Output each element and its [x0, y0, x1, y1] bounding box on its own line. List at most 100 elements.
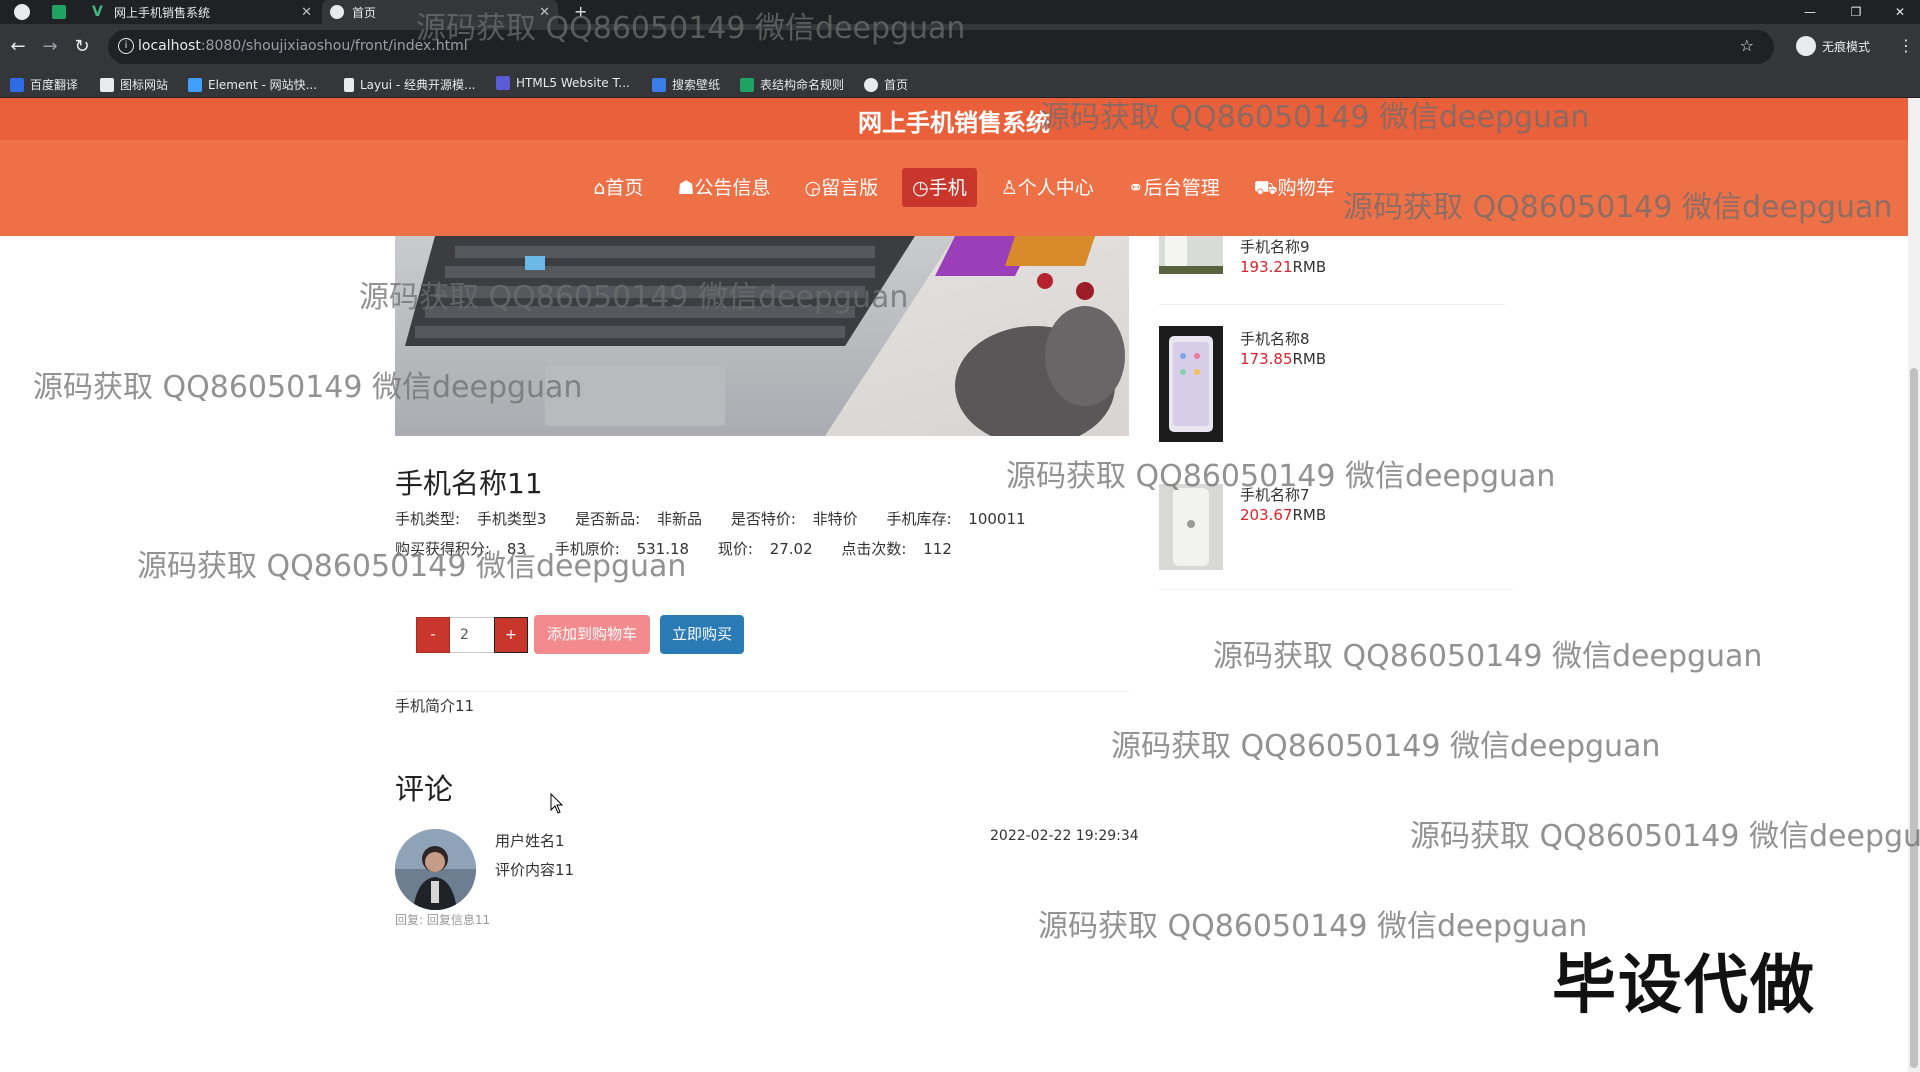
tab-title: 网上手机销售系统: [114, 5, 211, 20]
field-value: 112: [923, 540, 952, 558]
bookmark-label: Layui - 经典开源模...: [360, 78, 476, 92]
incognito-icon: [1796, 36, 1816, 56]
bookmark-label: 图标网站: [120, 78, 169, 92]
field-value: 手机类型3: [476, 510, 547, 528]
price-value: 193.21: [1240, 258, 1293, 276]
profile-label: 无痕模式: [1822, 39, 1871, 54]
nav-announcements[interactable]: ☗公告信息: [667, 168, 780, 207]
globe-icon: [330, 5, 344, 19]
nav-label: 购物车: [1277, 177, 1335, 199]
product-price: 203.67RMB: [1240, 506, 1326, 524]
mouse-cursor-icon: [550, 793, 564, 814]
list-item[interactable]: 手机名称9 193.21RMB: [1159, 236, 1509, 276]
avatar: [395, 829, 476, 910]
incognito-profile[interactable]: 无痕模式: [1796, 36, 1870, 56]
comments-heading: 评论: [395, 772, 454, 806]
bookmark-item[interactable]: 百度翻译: [10, 76, 78, 93]
add-to-cart-button[interactable]: 添加到购物车: [534, 615, 650, 654]
bookmark-item[interactable]: 搜索壁纸: [652, 76, 720, 93]
field-value: 27.02: [769, 540, 813, 558]
quantity-input[interactable]: 2: [450, 617, 494, 653]
bookmark-label: 搜索壁纸: [672, 78, 721, 92]
buy-now-button[interactable]: 立即购买: [660, 615, 744, 654]
phone-icon: ◷: [912, 177, 929, 199]
list-item[interactable]: 手机名称8 173.85RMB: [1159, 326, 1509, 442]
comment-time: 2022-02-22 19:29:34: [990, 828, 1139, 844]
bookmark-item[interactable]: HTML5 Website T...: [496, 76, 630, 90]
close-icon[interactable]: ✕: [301, 5, 312, 20]
nav-label: 手机: [928, 177, 967, 199]
field-value: 非新品: [657, 510, 703, 528]
forward-icon[interactable]: →: [38, 36, 62, 57]
nav-label: 公告信息: [694, 177, 771, 199]
scrollbar-thumb[interactable]: [1910, 368, 1918, 1068]
nav-home[interactable]: ⌂首页: [583, 168, 653, 207]
tab-title: 首页: [352, 5, 377, 20]
nav-cart[interactable]: ⛟购物车: [1244, 168, 1345, 207]
nav-label: 留言版: [821, 177, 879, 199]
restore-icon[interactable]: ❐: [1834, 0, 1878, 24]
html5-icon: [496, 76, 510, 90]
bookmark-item[interactable]: 图标网站: [100, 76, 168, 93]
price-value: 173.85: [1240, 350, 1293, 368]
nav-profile[interactable]: ♙个人中心: [991, 168, 1104, 207]
comment-reply: 回复: 回复信息11: [395, 913, 491, 927]
message-icon: ◶: [804, 177, 822, 199]
site-title: 网上手机销售系统: [858, 109, 1050, 137]
field-value: 100011: [968, 510, 1026, 528]
nav-guestbook[interactable]: ◶留言版: [795, 168, 889, 207]
user-icon: ♙: [1000, 177, 1018, 199]
divider: [395, 691, 1129, 692]
browser-menu-icon[interactable]: ⋮: [1898, 36, 1914, 55]
new-tab-button[interactable]: +: [574, 2, 587, 21]
product-thumbnail: [1159, 236, 1223, 274]
globe-icon: [864, 77, 878, 92]
address-bar: ← → ↻ i localhost:8080/shoujixiaoshou/fr…: [0, 24, 1920, 70]
reload-icon[interactable]: ↻: [70, 36, 94, 57]
bookmark-item[interactable]: Layui - 经典开源模...: [344, 76, 475, 93]
bookmark-star-icon[interactable]: ☆: [1740, 36, 1754, 55]
nav-label: 个人中心: [1017, 177, 1094, 199]
increase-button[interactable]: +: [494, 617, 528, 653]
decrease-button[interactable]: -: [416, 617, 450, 653]
price-unit: RMB: [1292, 350, 1327, 368]
field-label: 购买获得积分:: [395, 540, 491, 558]
comment-content: 评价内容11: [495, 861, 575, 879]
price-unit: RMB: [1292, 506, 1327, 524]
field-label: 手机库存:: [886, 510, 952, 528]
bookmark-item[interactable]: Element - 网站快...: [188, 76, 317, 93]
layui-icon: [344, 77, 354, 92]
bookmark-label: 表结构命名规则: [760, 78, 845, 92]
field-label: 现价:: [717, 540, 753, 558]
product-price: 173.85RMB: [1240, 350, 1326, 368]
url-input[interactable]: i localhost:8080/shoujixiaoshou/front/in…: [108, 30, 1774, 64]
tab-home[interactable]: 首页 ✕: [322, 0, 558, 24]
field-label: 是否特价:: [730, 510, 796, 528]
product-name: 手机名称7: [1240, 486, 1310, 504]
bookmark-item[interactable]: 表结构命名规则: [740, 76, 844, 93]
window-close-icon[interactable]: ✕: [1878, 0, 1920, 24]
bookmark-label: HTML5 Website T...: [516, 76, 630, 90]
watermark-text: 源码获取 QQ86050149 微信deepguan: [1038, 909, 1588, 944]
vue-icon: V: [92, 4, 103, 20]
announcement-icon: ☗: [677, 177, 695, 199]
sheet-icon: [740, 77, 754, 92]
product-meta-row: 手机类型: 手机类型3 是否新品: 非新品 是否特价: 非特价 手机库存: 10…: [395, 508, 1050, 529]
nav-admin[interactable]: ⚭后台管理: [1118, 168, 1230, 207]
site-info-icon[interactable]: i: [118, 38, 134, 54]
nav-phones[interactable]: ◷手机: [902, 168, 977, 207]
list-item[interactable]: 手机名称7 203.67RMB: [1159, 484, 1509, 570]
close-icon[interactable]: ✕: [539, 5, 550, 20]
field-label: 手机类型:: [395, 510, 461, 528]
tab-site[interactable]: V 网上手机销售系统 ✕: [84, 0, 320, 24]
bookmarks-bar: 百度翻译 图标网站 Element - 网站快... Layui - 经典开源模…: [0, 70, 1920, 98]
main-nav: ⌂首页 ☗公告信息 ◶留言版 ◷手机 ♙个人中心 ⚭后台管理 ⛟购物车: [0, 168, 1908, 207]
nav-label: 后台管理: [1143, 177, 1220, 199]
minimize-icon[interactable]: —: [1788, 0, 1832, 24]
nav-label: 首页: [605, 177, 644, 199]
bookmark-item[interactable]: 首页: [864, 76, 908, 93]
url-path: :8080/shoujixiaoshou/front/index.html: [200, 38, 468, 54]
sheet-tab-icon[interactable]: [52, 5, 66, 19]
field-label: 是否新品:: [575, 510, 641, 528]
back-icon[interactable]: ←: [6, 36, 30, 57]
